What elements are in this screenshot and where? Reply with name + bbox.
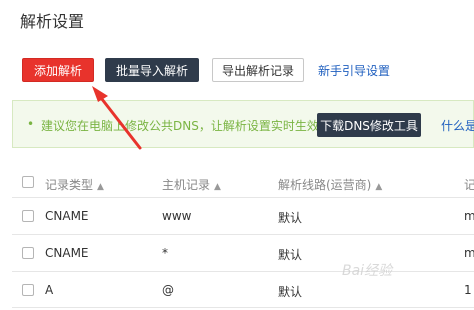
header-record-type[interactable]: 记录类型 ▲ [45, 176, 104, 193]
dns-notice-banner: • 建议您在电脑上修改公共DNS，让解析设置实时生效。 下载DNS修改工具 什么… [12, 100, 474, 148]
resolve-line-cell: 默认 [278, 248, 303, 262]
header-resolve-line[interactable]: 解析线路(运营商) ▲ [278, 176, 382, 193]
host-record-cell: * [162, 246, 168, 260]
header-host-record[interactable]: 主机记录 ▲ [162, 176, 221, 193]
table-row[interactable]: CNAME * 默认 m [12, 235, 474, 272]
record-value-cell: 1 [464, 283, 472, 297]
record-type-cell: A [45, 283, 54, 297]
table-row[interactable]: A @ 默认 1 [12, 272, 474, 308]
row-checkbox[interactable] [22, 247, 34, 259]
row-checkbox[interactable] [22, 284, 34, 296]
select-all-checkbox[interactable] [22, 176, 34, 188]
batch-import-button[interactable]: 批量导入解析 [105, 58, 199, 82]
sort-up-icon[interactable]: ▲ [375, 182, 382, 192]
header-record-value: 记 [464, 178, 474, 192]
watermark-logo: Bai经验 [342, 263, 393, 279]
add-record-button[interactable]: 添加解析 [22, 58, 94, 82]
what-is-link[interactable]: 什么是 [441, 117, 474, 134]
resolve-line-cell: 默认 [278, 285, 303, 299]
bullet-icon: • [27, 117, 35, 131]
notice-text: 建议您在电脑上修改公共DNS，让解析设置实时生效。 [41, 119, 331, 133]
record-value-cell: m [464, 209, 474, 223]
page-title: 解析设置 [20, 12, 85, 31]
table-row[interactable]: CNAME www 默认 m [12, 198, 474, 235]
host-record-cell: @ [162, 283, 174, 297]
record-type-cell: CNAME [45, 246, 89, 260]
row-checkbox[interactable] [22, 210, 34, 222]
beginner-guide-link[interactable]: 新手引导设置 [318, 62, 390, 79]
records-table: 记录类型 ▲ 主机记录 ▲ 解析线路(运营商) ▲ 记 CNAME www 默认 m … [12, 168, 474, 308]
resolve-line-cell: 默认 [278, 211, 303, 225]
sort-up-icon[interactable]: ▲ [214, 182, 221, 192]
download-dns-tool-button[interactable]: 下载DNS修改工具 [317, 113, 421, 137]
record-value-cell: m [464, 246, 474, 260]
export-records-button[interactable]: 导出解析记录 [212, 58, 304, 82]
host-record-cell: www [162, 209, 192, 223]
sort-up-icon[interactable]: ▲ [97, 182, 104, 192]
table-header-row: 记录类型 ▲ 主机记录 ▲ 解析线路(运营商) ▲ 记 [12, 168, 474, 198]
record-type-cell: CNAME [45, 209, 89, 223]
